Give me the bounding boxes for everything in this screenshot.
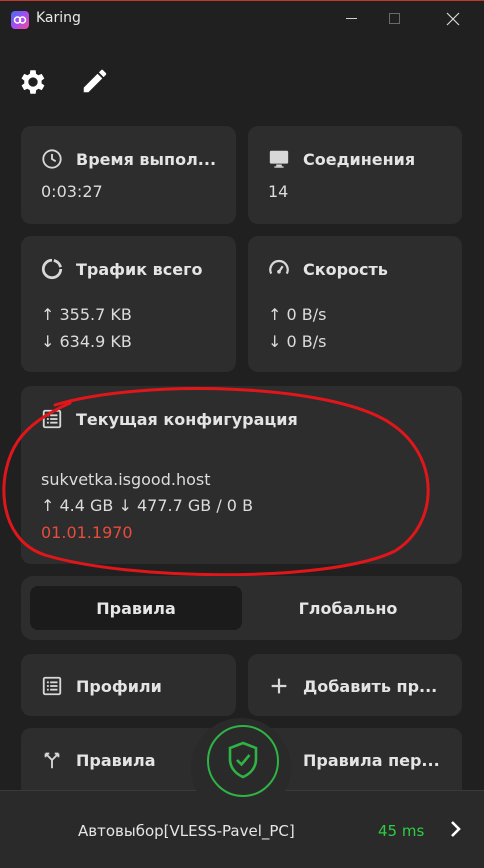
uptime-card: Время выпол... 0:03:27 [21, 126, 236, 224]
speed-download: ↓ 0 B/s [268, 332, 327, 351]
mode-rules-button[interactable]: Правила [30, 586, 242, 630]
gear-icon[interactable] [17, 66, 49, 98]
annotation-ellipse [2, 387, 430, 577]
connect-button[interactable] [207, 725, 279, 797]
add-profile-label: Добавить пр... [303, 677, 438, 696]
mode-toggle: Правила Глобально [21, 576, 462, 640]
title-bar[interactable]: Karing [0, 0, 484, 38]
selected-server-label: Автовыбор[VLESS-Pavel_PC] [78, 822, 295, 840]
speed-upload: ↑ 0 B/s [268, 305, 327, 324]
app-window: Karing Время выпол... 0:03:27 Соединения… [0, 0, 484, 868]
traffic-ring-icon [41, 258, 63, 280]
chevron-right-icon [448, 818, 464, 840]
clock-icon [41, 148, 63, 170]
close-button[interactable] [432, 0, 478, 38]
window-title: Karing [36, 10, 81, 26]
connections-title: Соединения [303, 150, 416, 169]
speed-card: Скорость ↑ 0 B/s ↓ 0 B/s [248, 236, 462, 372]
add-profile-button[interactable]: Добавить пр... [248, 654, 462, 716]
profiles-label: Профили [76, 677, 162, 696]
speed-title: Скорость [303, 260, 388, 279]
traffic-upload: ↑ 355.7 KB [41, 305, 132, 324]
maximize-button[interactable] [372, 0, 418, 38]
monitor-icon [268, 148, 290, 170]
connections-card[interactable]: Соединения 14 [248, 126, 462, 224]
rules-label: Правила [76, 751, 156, 770]
fork-icon [41, 749, 63, 771]
pencil-icon[interactable] [80, 66, 112, 98]
rules-override-label: Правила пер... [303, 751, 440, 770]
traffic-download: ↓ 634.9 KB [41, 332, 132, 351]
mode-global-button[interactable]: Глобально [242, 586, 454, 630]
connections-value: 14 [268, 182, 289, 201]
shield-check-icon [228, 741, 258, 779]
list-icon [41, 675, 63, 697]
app-logo-icon [11, 11, 29, 29]
uptime-value: 0:03:27 [41, 182, 103, 201]
speedometer-icon [268, 258, 290, 280]
uptime-title: Время выпол... [76, 150, 217, 169]
traffic-title: Трафик всего [76, 260, 203, 279]
plus-icon [268, 675, 290, 697]
latency-value: 45 ms [378, 822, 425, 840]
traffic-card: Трафик всего ↑ 355.7 KB ↓ 634.9 KB [21, 236, 236, 372]
profiles-button[interactable]: Профили [21, 654, 236, 716]
